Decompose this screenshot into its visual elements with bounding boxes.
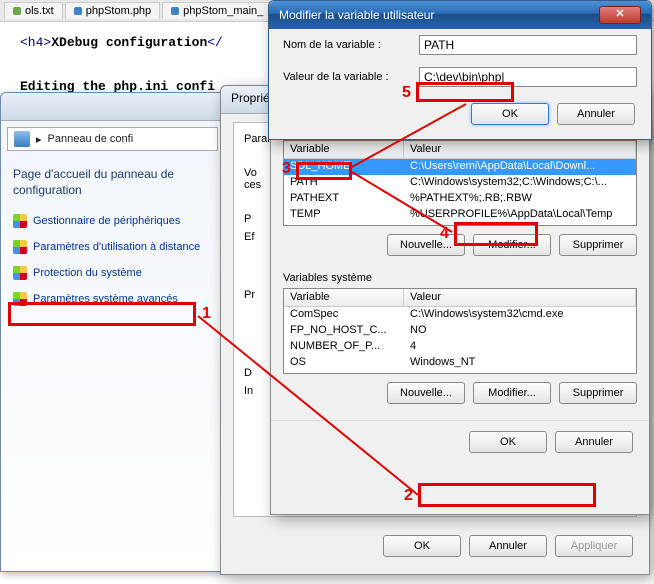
apply-button[interactable]: Appliquer	[555, 535, 633, 557]
ok-button[interactable]: OK	[469, 431, 547, 453]
computer-icon	[14, 131, 30, 147]
edit-button[interactable]: Modifier...	[473, 382, 551, 404]
control-panel-window: ▸ Panneau de confi Page d'accueil du pan…	[0, 92, 225, 572]
delete-button[interactable]: Supprimer	[559, 382, 637, 404]
breadcrumb: Panneau de confi	[48, 133, 134, 145]
new-button[interactable]: Nouvelle...	[387, 382, 465, 404]
ok-button[interactable]: OK	[383, 535, 461, 557]
list-row[interactable]: ComSpecC:\Windows\system32\cmd.exe	[284, 307, 636, 323]
window-titlebar[interactable]	[1, 93, 224, 121]
cancel-button[interactable]: Annuler	[557, 103, 635, 125]
list-row[interactable]: FP_NO_HOST_C...NO	[284, 323, 636, 339]
close-button[interactable]: ✕	[599, 6, 641, 24]
shield-icon	[13, 266, 27, 280]
ok-button[interactable]: OK	[471, 103, 549, 125]
nav-remote-settings[interactable]: Paramètres d'utilisation à distance	[13, 234, 212, 260]
new-button[interactable]: Nouvelle...	[387, 234, 465, 256]
var-name-input[interactable]	[419, 35, 637, 55]
delete-button[interactable]: Supprimer	[559, 234, 637, 256]
user-vars-list[interactable]: VariableValeur SDL_HOMEC:\Users\remi\App…	[283, 140, 637, 226]
editor-tab[interactable]: ols.txt	[4, 2, 63, 19]
edit-variable-dialog: Modifier la variable utilisateur ✕ Nom d…	[268, 0, 652, 140]
list-row[interactable]: OSWindows_NT	[284, 355, 636, 371]
list-row[interactable]: NUMBER_OF_P...4	[284, 339, 636, 355]
var-name-label: Nom de la variable :	[283, 39, 411, 51]
editor-tab[interactable]: phpStom_main_	[162, 2, 272, 19]
var-value-label: Valeur de la variable :	[283, 71, 411, 83]
list-row[interactable]: SDL_HOMEC:\Users\remi\AppData\Local\Down…	[284, 159, 636, 175]
nav-heading: Page d'accueil du panneau de configurati…	[13, 167, 212, 198]
edit-button[interactable]: Modifier...	[473, 234, 551, 256]
nav-advanced-system[interactable]: Paramètres système avancés	[13, 286, 212, 312]
shield-icon	[13, 214, 27, 228]
list-row[interactable]: TEMP%USERPROFILE%\AppData\Local\Temp	[284, 207, 636, 223]
cancel-button[interactable]: Annuler	[469, 535, 547, 557]
shield-icon	[13, 240, 27, 254]
dialog-titlebar[interactable]: Modifier la variable utilisateur ✕	[269, 1, 651, 29]
var-value-input[interactable]	[419, 67, 637, 87]
cancel-button[interactable]: Annuler	[555, 431, 633, 453]
list-row[interactable]: PATHC:\Windows\system32;C:\Windows;C:\..…	[284, 175, 636, 191]
address-bar[interactable]: ▸ Panneau de confi	[7, 127, 218, 151]
system-vars-list[interactable]: VariableValeur ComSpecC:\Windows\system3…	[283, 288, 637, 374]
shield-icon	[13, 292, 27, 306]
group-title: Variables système	[283, 272, 637, 284]
nav-system-protection[interactable]: Protection du système	[13, 260, 212, 286]
env-variables-dialog: VariableValeur SDL_HOMEC:\Users\remi\App…	[270, 125, 650, 515]
list-row[interactable]: PATHEXT%PATHEXT%;.RB;.RBW	[284, 191, 636, 207]
nav-device-manager[interactable]: Gestionnaire de périphériques	[13, 208, 212, 234]
editor-tab[interactable]: phpStom.php	[65, 2, 160, 19]
